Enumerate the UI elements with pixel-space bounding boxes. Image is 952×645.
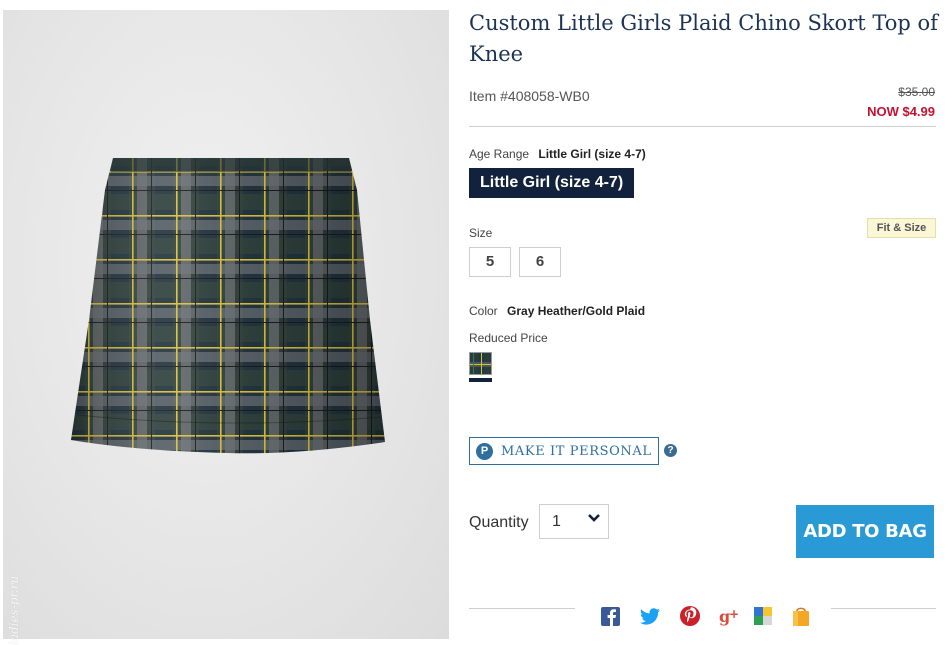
age-range-label: Age Range [469,147,530,161]
color-value: Gray Heather/Gold Plaid [507,304,646,318]
size-label: Size [469,226,493,240]
pinterest-icon[interactable] [679,605,701,627]
reduced-price-label: Reduced Price [469,331,548,345]
share-divider-right [831,608,936,609]
quantity-label: Quantity [469,514,529,531]
age-range-row: Age Range Little Girl (size 4-7) [469,147,646,161]
item-number: Item #408058-WB0 [469,88,590,104]
twitter-icon[interactable] [639,605,661,627]
color-swatch-plaid[interactable] [469,352,492,375]
size-option-6[interactable]: 6 [519,247,561,277]
delicious-icon[interactable] [752,605,774,627]
product-title: Custom Little Girls Plaid Chino Skort To… [469,11,938,66]
sale-price: NOW $4.99 [867,104,935,119]
age-range-option-selected[interactable]: Little Girl (size 4-7) [469,168,635,198]
help-icon[interactable]: ? [664,444,677,457]
svg-text:+: + [729,607,739,621]
quantity-value: 1 [552,513,561,530]
age-range-value: Little Girl (size 4-7) [538,147,646,161]
product-image[interactable]: ladies-pr.ru [3,10,449,645]
watermark: ladies-pr.ru [7,575,21,645]
color-label: Color [469,304,498,318]
share-divider-left [469,608,575,609]
size-option-5[interactable]: 5 [469,247,511,277]
price-divider [469,126,936,127]
chevron-down-icon [587,511,601,530]
color-row: Color Gray Heather/Gold Plaid [469,304,645,318]
google-plus-icon[interactable]: g + [718,605,740,627]
add-to-bag-button[interactable]: ADD TO BAG [796,505,934,558]
quantity-select[interactable]: 1 [539,504,609,539]
make-it-personal-label: MAKE IT PERSONAL [501,444,652,459]
make-it-personal-button[interactable]: P MAKE IT PERSONAL [469,437,659,465]
personalize-icon: P [476,443,493,460]
facebook-icon[interactable] [600,605,622,627]
shopping-bag-icon[interactable] [790,605,812,627]
fit-size-button[interactable]: Fit & Size [867,218,936,238]
original-price: $35.00 [898,85,935,99]
swatch-selected-indicator [469,378,492,382]
plaid-skirt-image [67,150,387,460]
